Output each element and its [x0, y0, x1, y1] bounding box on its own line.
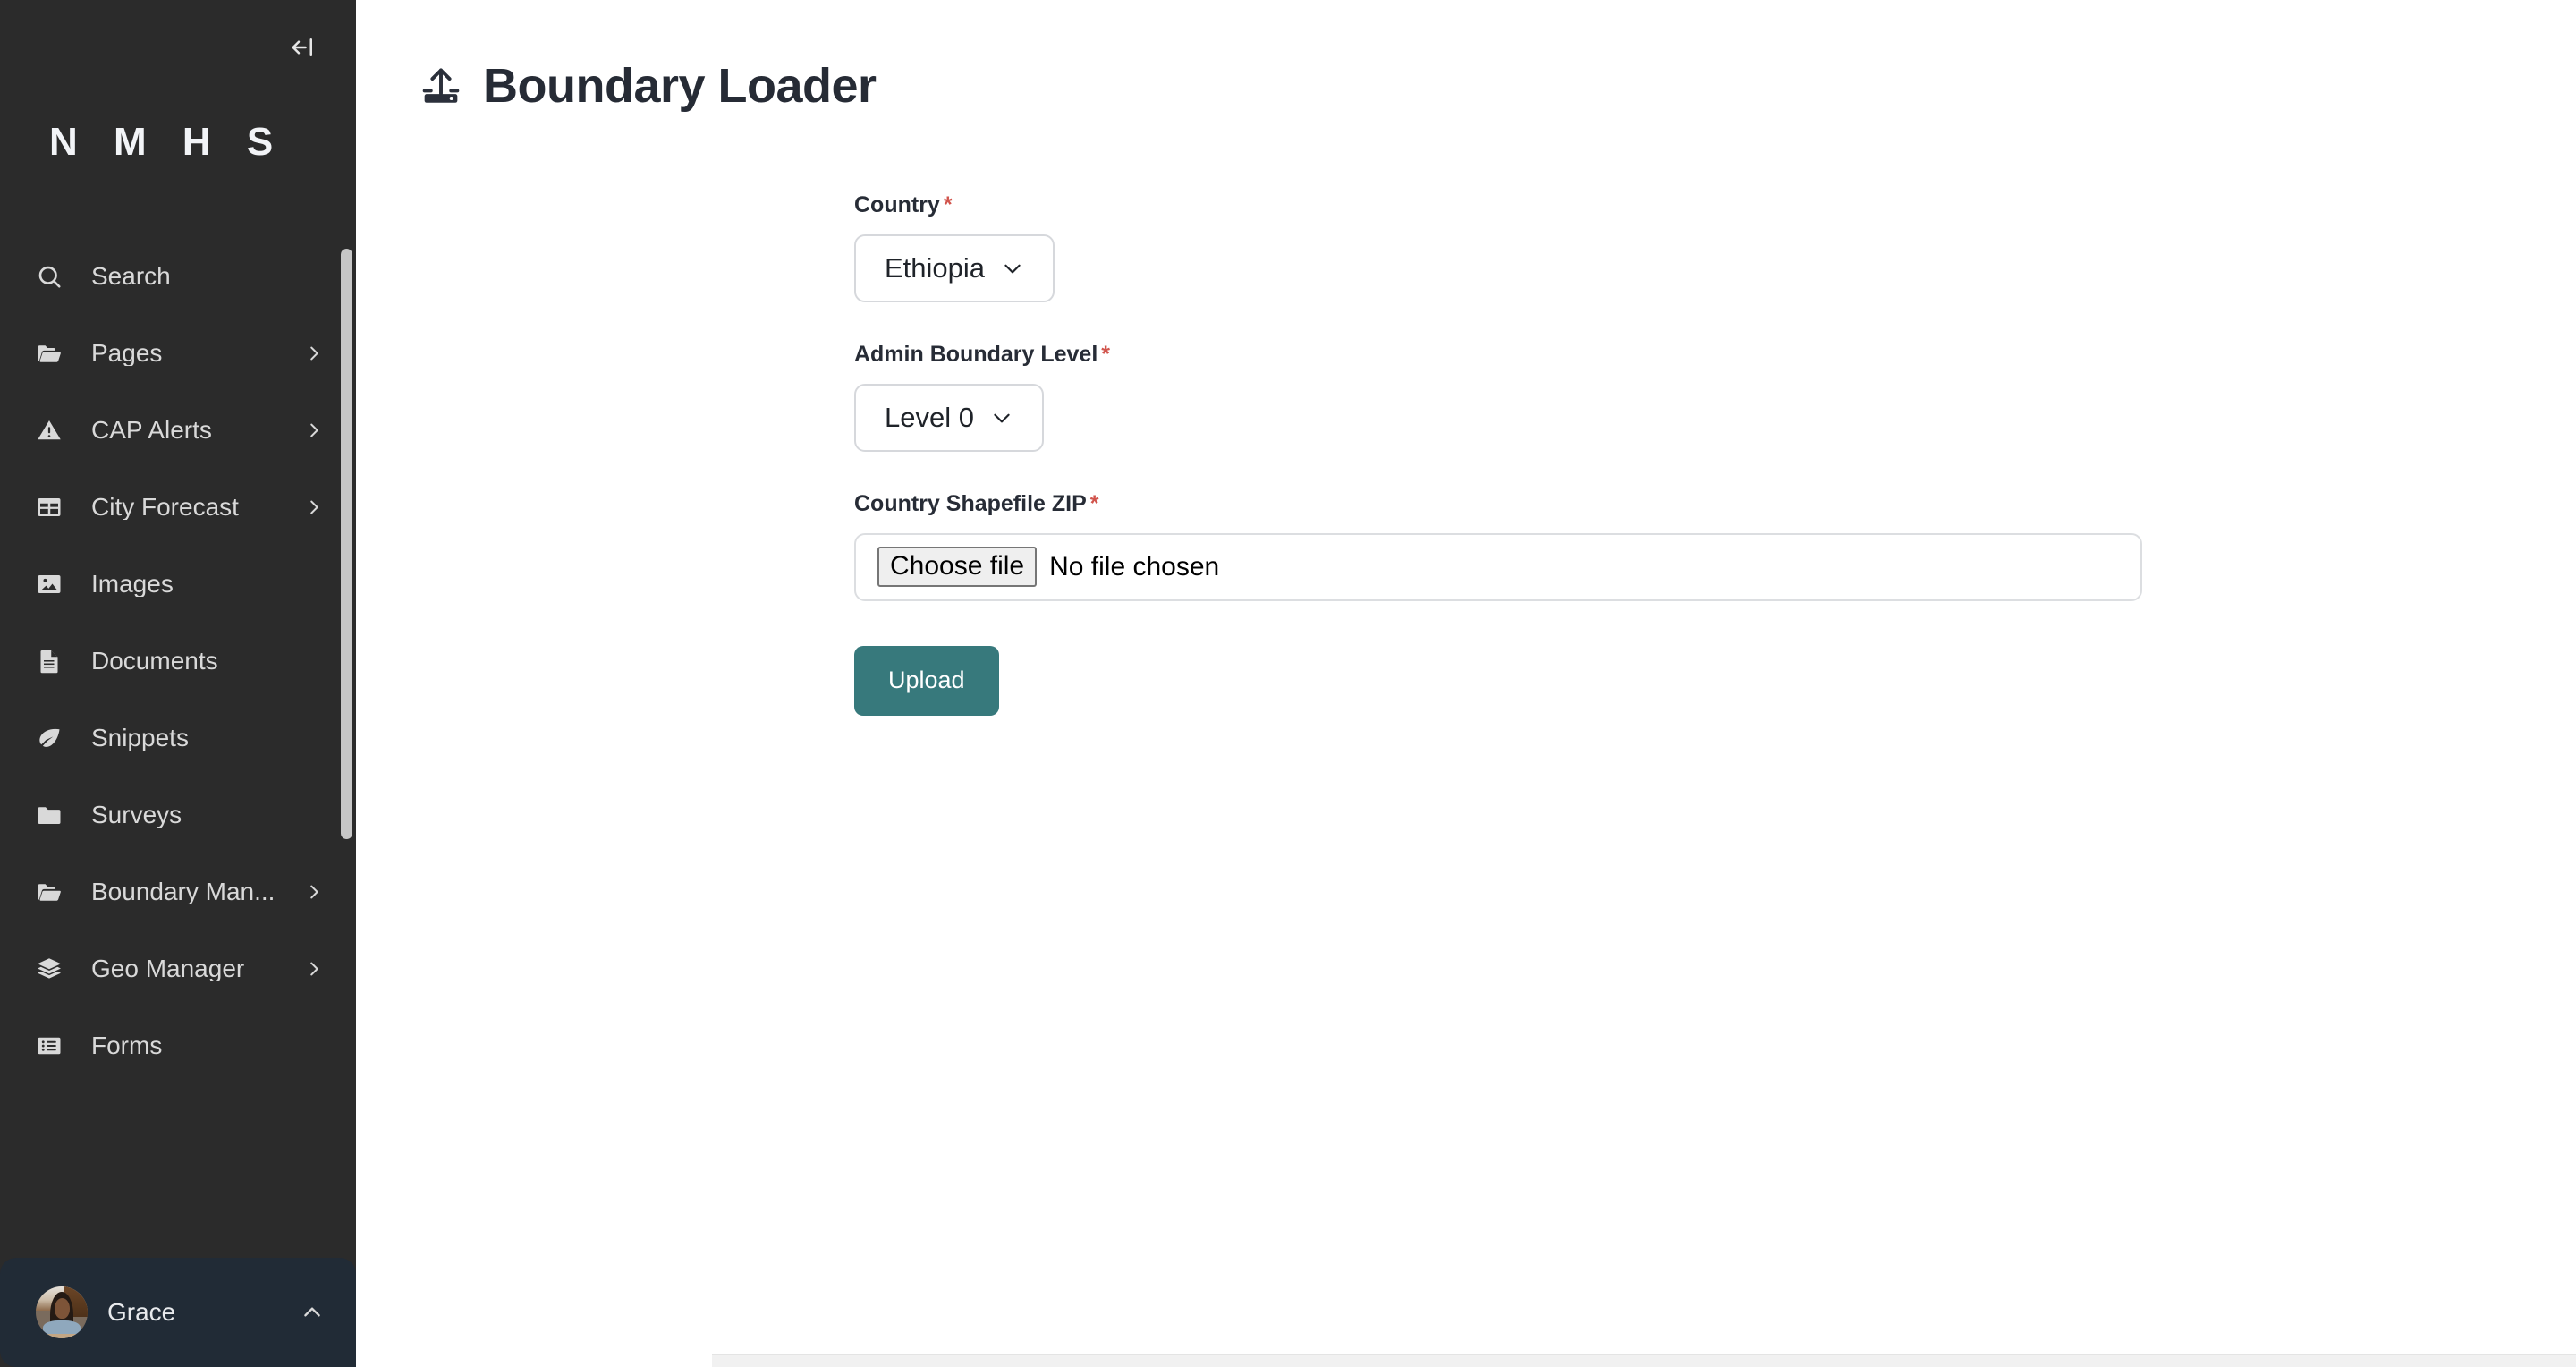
sidebar-item-label: Pages [91, 341, 163, 366]
chevron-down-icon [990, 406, 1013, 429]
sidebar-item-geo-manager[interactable]: Geo Manager [0, 930, 356, 1007]
sidebar-item-label: Boundary Man... [91, 879, 275, 904]
layers-icon [36, 955, 73, 982]
sidebar-item-city-forecast[interactable]: City Forecast [0, 469, 356, 546]
sidebar-item-images[interactable]: Images [0, 546, 356, 623]
shapefile-label-text: Country Shapefile ZIP [854, 490, 1087, 516]
leaf-icon [36, 725, 73, 751]
sidebar: N M H S Search Pages CAP Alerts City For… [0, 0, 356, 1367]
admin-level-label: Admin Boundary Level * [854, 341, 2576, 367]
required-marker: * [1101, 341, 1110, 367]
sidebar-top-bar [0, 0, 356, 89]
sidebar-item-pages[interactable]: Pages [0, 315, 356, 392]
panel-collapse-left-icon[interactable] [283, 27, 324, 68]
sidebar-item-search[interactable]: Search [0, 238, 356, 315]
required-marker: * [1089, 490, 1099, 516]
shapefile-label: Country Shapefile ZIP * [854, 490, 2576, 516]
country-label: Country * [854, 191, 2576, 217]
warning-triangle-icon [36, 417, 73, 444]
shapefile-file-input[interactable]: Choose file No file chosen [854, 532, 2142, 601]
chevron-right-icon[interactable] [304, 497, 324, 517]
upload-drive-icon [419, 64, 463, 108]
table-icon [36, 494, 73, 521]
folder-icon [36, 802, 73, 828]
file-status-text: No file chosen [1049, 551, 1220, 582]
sidebar-item-label: Surveys [91, 802, 182, 828]
chevron-right-icon[interactable] [304, 882, 324, 902]
boundary-loader-form: Country * Ethiopia Admin Boundary Level * [356, 112, 2576, 716]
admin-level-select[interactable]: Level 0 [854, 383, 1044, 452]
sidebar-item-label: City Forecast [91, 495, 239, 520]
chevron-right-icon[interactable] [304, 344, 324, 363]
image-icon [36, 571, 73, 598]
chevron-right-icon[interactable] [304, 959, 324, 979]
document-icon [36, 648, 73, 675]
avatar [36, 1286, 88, 1338]
sidebar-scrollbar-thumb[interactable] [341, 249, 352, 839]
horizontal-scrollbar[interactable] [712, 1354, 2576, 1367]
brand-logo[interactable]: N M H S [0, 89, 356, 195]
country-select[interactable]: Ethiopia [854, 233, 1055, 302]
chevron-up-icon[interactable] [301, 1301, 324, 1324]
field-admin-level: Admin Boundary Level * Level 0 [854, 341, 2576, 452]
country-label-text: Country [854, 191, 940, 217]
choose-file-button[interactable]: Choose file [877, 546, 1038, 588]
page-header: Boundary Loader [356, 0, 2576, 112]
brand-text: N M H S [49, 120, 286, 164]
sidebar-nav: Search Pages CAP Alerts City Forecast Im… [0, 195, 356, 1258]
sidebar-item-label: Snippets [91, 726, 189, 751]
search-icon [36, 263, 73, 290]
chevron-right-icon[interactable] [304, 420, 324, 440]
country-selected-value: Ethiopia [885, 252, 986, 284]
admin-level-selected-value: Level 0 [885, 402, 974, 434]
sidebar-item-documents[interactable]: Documents [0, 623, 356, 700]
sidebar-item-forms[interactable]: Forms [0, 1007, 356, 1084]
sidebar-item-cap-alerts[interactable]: CAP Alerts [0, 392, 356, 469]
sidebar-item-label: Forms [91, 1033, 163, 1058]
folder-open-icon [36, 879, 73, 905]
sidebar-item-label: Images [91, 572, 174, 597]
sidebar-user-footer[interactable]: Grace [0, 1258, 356, 1367]
chevron-down-icon [1001, 257, 1024, 280]
sidebar-item-snippets[interactable]: Snippets [0, 700, 356, 777]
admin-level-label-text: Admin Boundary Level [854, 341, 1098, 367]
page-title: Boundary Loader [483, 59, 877, 113]
upload-button[interactable]: Upload [854, 645, 999, 716]
main-content: Boundary Loader Country * Ethiopia Admin… [356, 0, 2576, 1367]
folder-open-icon [36, 340, 73, 367]
sidebar-item-label: Geo Manager [91, 956, 245, 981]
sidebar-item-label: Documents [91, 649, 218, 674]
sidebar-item-surveys[interactable]: Surveys [0, 777, 356, 853]
field-shapefile-zip: Country Shapefile ZIP * Choose file No fi… [854, 490, 2576, 601]
sidebar-item-label: CAP Alerts [91, 418, 212, 443]
nav-list: Search Pages CAP Alerts City Forecast Im… [0, 238, 356, 1084]
required-marker: * [943, 191, 953, 217]
field-country: Country * Ethiopia [854, 191, 2576, 302]
sidebar-item-boundary-manager[interactable]: Boundary Man... [0, 853, 356, 930]
app-root: N M H S Search Pages CAP Alerts City For… [0, 0, 2576, 1367]
user-name: Grace [107, 1298, 176, 1326]
list-icon [36, 1032, 73, 1059]
sidebar-item-label: Search [91, 264, 171, 289]
